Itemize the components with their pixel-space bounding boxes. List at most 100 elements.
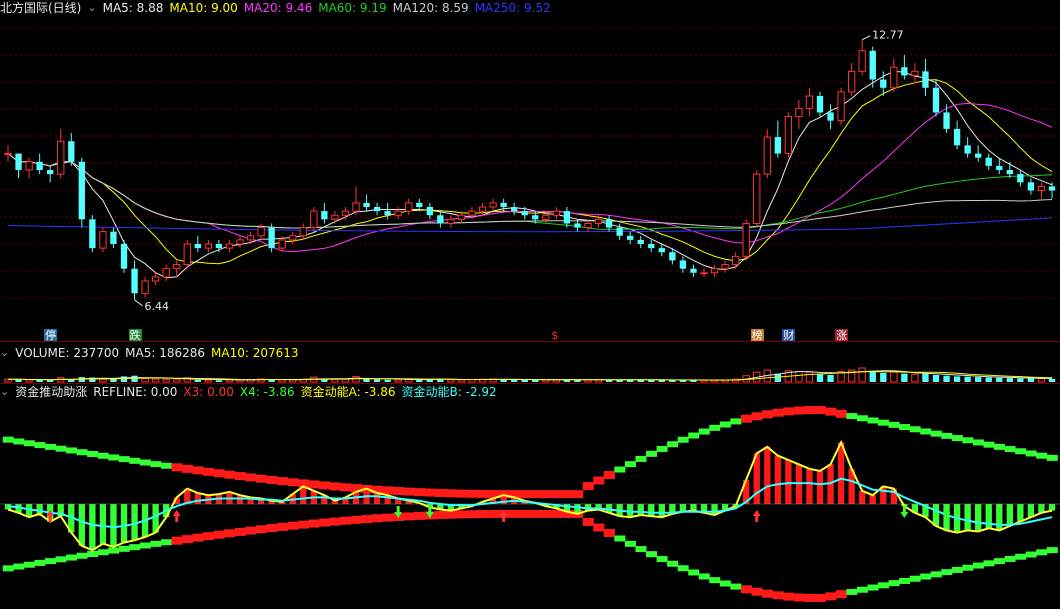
volume-bar bbox=[194, 379, 201, 382]
candle-body bbox=[151, 276, 160, 282]
indicator-value-list: REFLINE: 0.00 X3: 0.00 X4: -3.86 资金动能A: -3.… bbox=[93, 384, 496, 400]
candle-body bbox=[816, 96, 824, 113]
upper-band-segment bbox=[635, 455, 647, 462]
upper-band-segment bbox=[55, 445, 67, 452]
candle-body bbox=[89, 219, 96, 249]
candle-body bbox=[183, 243, 191, 266]
indicator-collapse-icon[interactable]: ⌄ bbox=[0, 384, 9, 400]
upper-band-segment bbox=[108, 454, 120, 461]
upper-band-segment bbox=[287, 478, 299, 487]
volume-bar bbox=[511, 379, 518, 382]
candle-body bbox=[47, 170, 54, 175]
candle-body bbox=[289, 235, 297, 241]
lower-band-segment bbox=[435, 511, 447, 520]
upper-band-segment bbox=[192, 466, 204, 475]
upper-band-segment bbox=[593, 476, 605, 485]
lower-band-segment bbox=[772, 591, 784, 600]
low-label: 6.44 bbox=[145, 300, 170, 313]
lower-band-segment bbox=[287, 521, 299, 530]
upper-band-segment bbox=[160, 462, 172, 469]
candle-body bbox=[257, 227, 265, 237]
high-pointer bbox=[861, 35, 871, 41]
indicator-title: 资金推动助涨 bbox=[15, 385, 88, 399]
lower-band-segment bbox=[319, 518, 331, 527]
lower-band-segment bbox=[44, 558, 56, 565]
volume-bar bbox=[331, 378, 339, 383]
upper-band-segment bbox=[646, 450, 658, 457]
lower-band-segment bbox=[1036, 549, 1048, 556]
candle-body bbox=[25, 161, 33, 171]
candle-body bbox=[426, 207, 433, 216]
volume-bar bbox=[1017, 378, 1024, 382]
volume-bar bbox=[363, 378, 370, 382]
upper-band-segment bbox=[677, 436, 689, 443]
lower-band-segment bbox=[298, 520, 310, 529]
volume-bar bbox=[141, 378, 149, 383]
lower-band-segment bbox=[867, 584, 879, 591]
lower-band-segment bbox=[55, 556, 67, 563]
upper-band-segment bbox=[719, 421, 731, 428]
volume-bar bbox=[25, 379, 33, 383]
candle-body bbox=[321, 211, 328, 220]
upper-band-segment bbox=[994, 443, 1006, 450]
upper-band-segment bbox=[276, 477, 288, 486]
lower-band-segment bbox=[983, 560, 995, 567]
candle-body bbox=[648, 244, 655, 249]
upper-band-segment bbox=[930, 430, 942, 437]
volume-bar bbox=[131, 375, 138, 382]
volume-bar bbox=[15, 379, 22, 382]
upper-band-segment bbox=[150, 461, 162, 468]
upper-band-segment bbox=[582, 482, 594, 491]
lower-band-segment bbox=[371, 514, 383, 523]
candle-body bbox=[996, 165, 1003, 170]
upper-band-segment bbox=[477, 489, 489, 498]
lower-band-segment bbox=[972, 562, 984, 569]
upper-band-segment bbox=[319, 481, 331, 490]
volume-bar bbox=[173, 379, 181, 383]
volume-bar bbox=[943, 375, 950, 382]
lower-band-segment bbox=[414, 511, 426, 520]
lower-band-segment bbox=[213, 530, 225, 539]
lower-band-segment bbox=[856, 586, 868, 593]
volume-bar bbox=[901, 373, 908, 382]
candle-body bbox=[416, 202, 423, 207]
volume-bar bbox=[532, 380, 539, 382]
lower-band-segment bbox=[888, 580, 900, 587]
candle-body bbox=[922, 71, 929, 88]
lower-band-segment bbox=[751, 587, 763, 596]
upper-band-segment bbox=[688, 432, 700, 439]
ma250-line bbox=[7, 217, 1053, 233]
upper-band-segment bbox=[1046, 454, 1058, 461]
upper-band-segment bbox=[139, 459, 151, 466]
buy-arrow-icon bbox=[752, 510, 761, 522]
candle-body bbox=[246, 235, 255, 241]
volume-bar bbox=[890, 371, 898, 383]
upper-band-segment bbox=[740, 414, 752, 423]
candle-body bbox=[795, 107, 803, 118]
upper-band-segment bbox=[793, 406, 805, 415]
upper-band-segment bbox=[255, 474, 267, 483]
lower-band-segment bbox=[255, 525, 267, 534]
lower-band-segment bbox=[951, 566, 963, 573]
candle-body bbox=[932, 87, 940, 113]
lower-band-segment bbox=[709, 577, 721, 584]
candle-body bbox=[542, 214, 550, 220]
lower-band-segment bbox=[909, 575, 921, 582]
ind-indicator: X4: -3.86 bbox=[239, 385, 295, 399]
ma10-line bbox=[7, 79, 1053, 265]
lower-band-segment bbox=[203, 532, 215, 541]
candle-body bbox=[225, 243, 234, 249]
lower-band-segment bbox=[677, 565, 689, 572]
candle-body bbox=[394, 210, 402, 216]
candle-body bbox=[36, 161, 43, 170]
candle-body bbox=[162, 268, 170, 278]
volume-bar bbox=[700, 379, 708, 383]
volume-bar bbox=[932, 375, 940, 382]
upper-band-segment bbox=[66, 447, 78, 454]
volume-bar bbox=[964, 376, 971, 382]
candle-body bbox=[890, 66, 898, 89]
upper-band-segment bbox=[846, 413, 858, 420]
upper-band-segment bbox=[614, 466, 626, 473]
upper-band-segment bbox=[698, 428, 710, 435]
candle-body bbox=[627, 235, 634, 240]
